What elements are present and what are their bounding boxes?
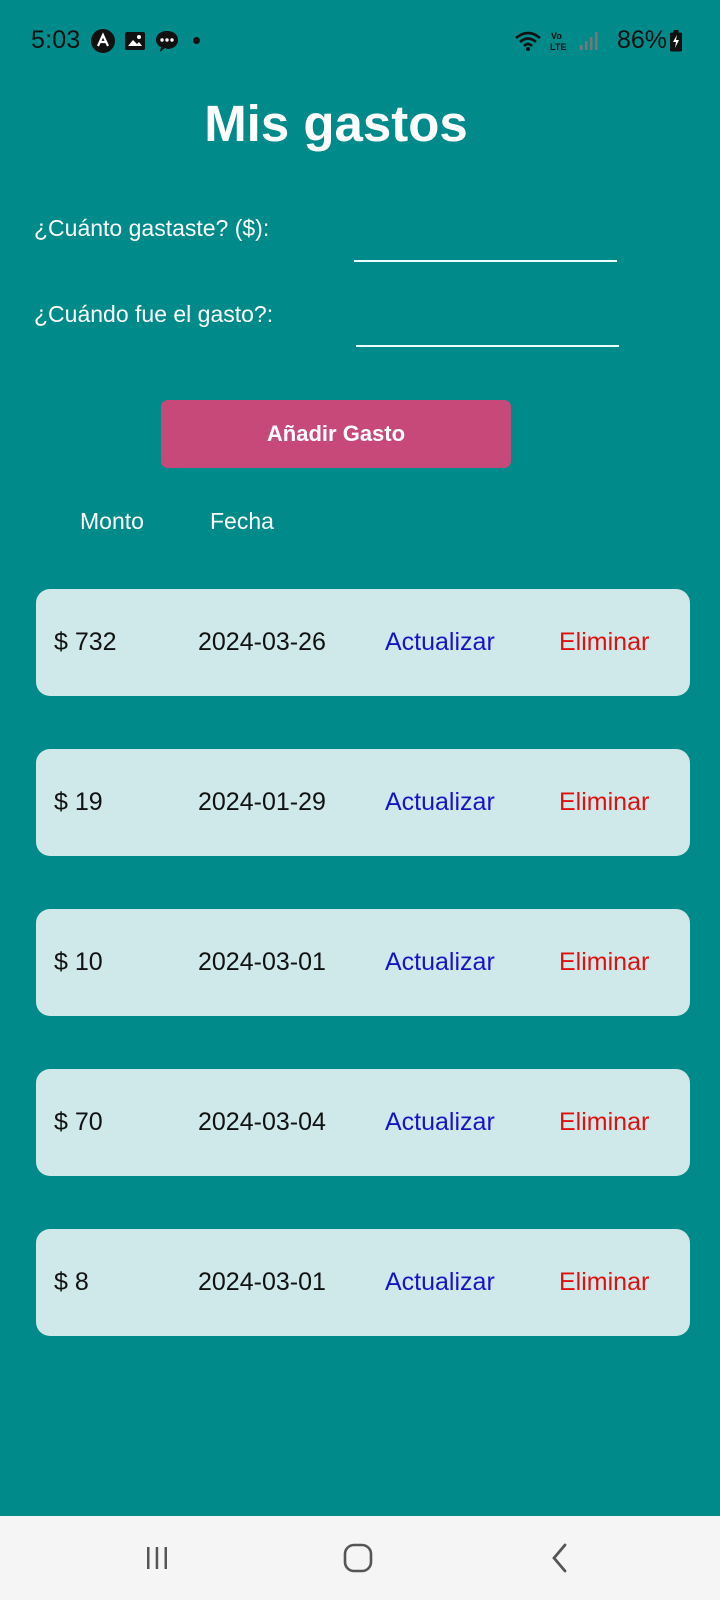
navigation-bar	[0, 1516, 720, 1600]
expense-row: $ 732 2024-03-26 Actualizar Eliminar	[36, 589, 690, 696]
image-icon	[123, 29, 147, 53]
battery-level: 86%	[616, 26, 667, 54]
delete-button[interactable]: Eliminar	[559, 589, 649, 696]
expense-amount: $ 732	[54, 628, 117, 656]
column-header-date: Fecha	[210, 508, 274, 534]
expense-date: 2024-03-26	[198, 628, 326, 656]
expense-amount: $ 19	[54, 788, 103, 816]
amount-input[interactable]	[354, 226, 617, 262]
signal-icon	[578, 30, 600, 52]
delete-button[interactable]: Eliminar	[559, 1069, 649, 1176]
wifi-icon	[514, 29, 542, 53]
volte-icon: Vo LTE	[549, 29, 571, 53]
update-button[interactable]: Actualizar	[385, 749, 495, 856]
expense-row: $ 70 2024-03-04 Actualizar Eliminar	[36, 1069, 690, 1176]
add-expense-button[interactable]: Añadir Gasto	[161, 400, 511, 468]
status-time: 5:03	[31, 26, 81, 54]
delete-button[interactable]: Eliminar	[559, 909, 649, 1016]
expense-amount: $ 70	[54, 1108, 103, 1136]
expense-date: 2024-01-29	[198, 788, 326, 816]
svg-text:Vo: Vo	[551, 31, 562, 41]
recent-apps-icon[interactable]	[137, 1538, 177, 1578]
svg-text:LTE: LTE	[550, 42, 566, 52]
date-input[interactable]	[356, 311, 619, 347]
delete-button[interactable]: Eliminar	[559, 749, 649, 856]
page-title: Mis gastos	[204, 95, 468, 152]
amount-label: ¿Cuánto gastaste? ($):	[34, 215, 270, 241]
app-notification-icon	[90, 28, 116, 54]
home-icon[interactable]	[338, 1538, 378, 1578]
status-left: 5:03	[31, 26, 201, 55]
update-button[interactable]: Actualizar	[385, 1069, 495, 1176]
expense-row: $ 10 2024-03-01 Actualizar Eliminar	[36, 909, 690, 1016]
status-bar: 5:03 Vo LTE 86%	[0, 0, 720, 82]
expense-row: $ 8 2024-03-01 Actualizar Eliminar	[36, 1229, 690, 1336]
expense-list: $ 732 2024-03-26 Actualizar Eliminar $ 1…	[36, 589, 690, 1389]
status-right: Vo LTE 86%	[514, 26, 689, 55]
chat-icon	[154, 28, 180, 54]
delete-button[interactable]: Eliminar	[559, 1229, 649, 1336]
date-label: ¿Cuándo fue el gasto?:	[34, 301, 274, 327]
update-button[interactable]: Actualizar	[385, 1229, 495, 1336]
expense-amount: $ 8	[54, 1268, 89, 1296]
dot-icon	[193, 37, 201, 44]
update-button[interactable]: Actualizar	[385, 909, 495, 1016]
expense-row: $ 19 2024-01-29 Actualizar Eliminar	[36, 749, 690, 856]
update-button[interactable]: Actualizar	[385, 589, 495, 696]
battery-charging-icon	[670, 29, 682, 52]
expense-date: 2024-03-01	[198, 948, 326, 976]
column-header-amount: Monto	[80, 508, 144, 534]
expense-amount: $ 10	[54, 948, 103, 976]
expense-date: 2024-03-04	[198, 1108, 326, 1136]
back-icon[interactable]	[540, 1538, 580, 1578]
expense-date: 2024-03-01	[198, 1268, 326, 1296]
